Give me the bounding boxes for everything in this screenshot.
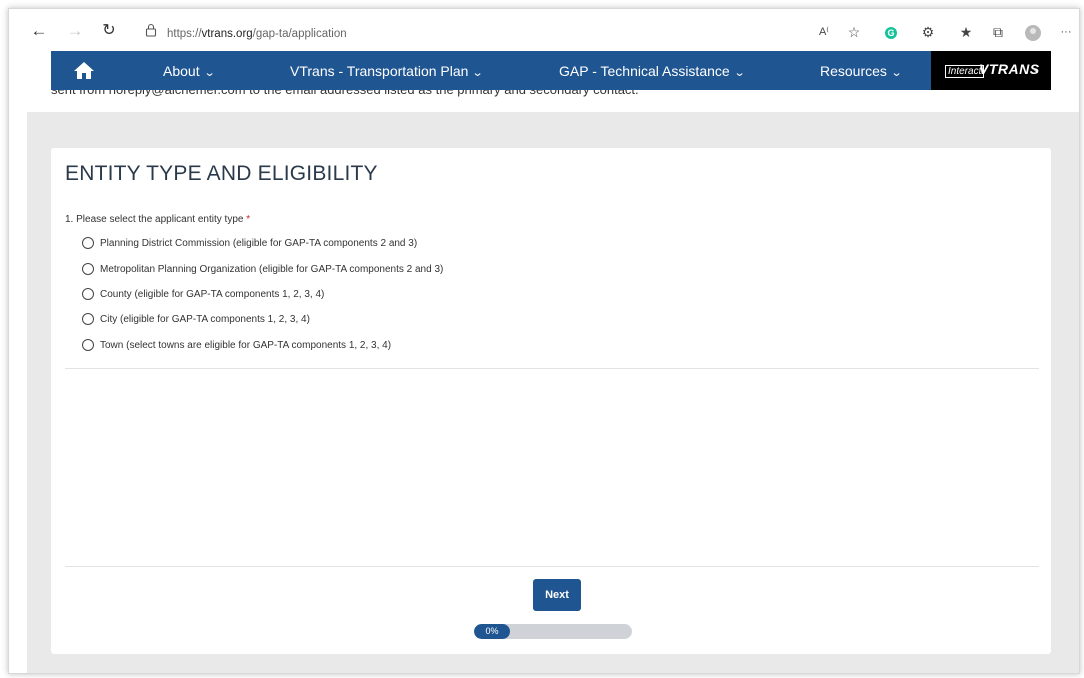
radio-button[interactable] bbox=[82, 339, 94, 351]
option-planning-district-commission[interactable]: Planning District Commission (eligible f… bbox=[82, 237, 417, 249]
page-title: ENTITY TYPE AND ELIGIBILITY bbox=[65, 162, 378, 185]
extensions-icon[interactable]: ⚙ bbox=[919, 24, 937, 40]
radio-button[interactable] bbox=[82, 288, 94, 300]
radio-button[interactable] bbox=[82, 237, 94, 249]
option-label: County (eligible for GAP-TA components 1… bbox=[100, 288, 325, 300]
required-marker: * bbox=[246, 214, 251, 225]
url-prefix: https:// bbox=[167, 28, 202, 40]
favorites-icon[interactable]: ★ bbox=[957, 24, 975, 40]
url-path: /gap-ta/application bbox=[252, 28, 347, 40]
nav-about-label: About bbox=[163, 63, 200, 79]
option-metropolitan-planning-organization[interactable]: Metropolitan Planning Organization (elig… bbox=[82, 263, 443, 275]
nav-about[interactable]: About ⌄ bbox=[163, 63, 216, 79]
option-county[interactable]: County (eligible for GAP-TA components 1… bbox=[82, 288, 324, 300]
interact-vtrans-menu[interactable]: Interact VTRANS ⌄ bbox=[931, 51, 1051, 90]
more-icon[interactable]: ··· bbox=[1057, 24, 1075, 40]
option-label: Planning District Commission (eligible f… bbox=[100, 237, 418, 249]
forward-arrow-icon[interactable]: → bbox=[65, 21, 85, 41]
nav-resources-label: Resources bbox=[820, 63, 887, 79]
chevron-down-icon: ⌄ bbox=[472, 67, 485, 79]
option-town[interactable]: Town (select towns are eligible for GAP-… bbox=[82, 339, 391, 351]
chevron-down-icon: ⌄ bbox=[1032, 64, 1041, 75]
favorite-star-icon[interactable]: ☆ bbox=[845, 24, 863, 40]
option-label: Metropolitan Planning Organization (elig… bbox=[100, 263, 444, 275]
divider bbox=[65, 368, 1039, 369]
home-icon[interactable] bbox=[73, 60, 95, 80]
nav-vtrans-plan[interactable]: VTrans - Transportation Plan ⌄ bbox=[290, 63, 485, 79]
progress-fill: 0% bbox=[474, 624, 510, 639]
form-card: ENTITY TYPE AND ELIGIBILITY 1. Please se… bbox=[51, 148, 1051, 654]
option-label: City (eligible for GAP-TA components 1, … bbox=[100, 313, 310, 325]
progress-bar: 0% bbox=[474, 624, 632, 639]
question-text: 1. Please select the applicant entity ty… bbox=[65, 214, 244, 225]
address-bar[interactable]: https://vtrans.org/gap-ta/application bbox=[167, 28, 347, 40]
divider bbox=[65, 566, 1039, 567]
browser-window: ← → ↻ https://vtrans.org/gap-ta/applicat… bbox=[8, 8, 1080, 674]
grammarly-icon[interactable]: G bbox=[885, 27, 897, 39]
background-text: sent from noreply@alchemer.com to the em… bbox=[51, 89, 639, 97]
nav-vtrans-plan-label: VTrans - Transportation Plan bbox=[290, 63, 469, 79]
question-label: 1. Please select the applicant entity ty… bbox=[65, 214, 250, 225]
nav-gap-ta-label: GAP - Technical Assistance bbox=[559, 63, 730, 79]
url-domain: vtrans.org bbox=[201, 28, 253, 40]
next-button[interactable]: Next bbox=[533, 579, 581, 611]
chevron-down-icon: ⌄ bbox=[203, 67, 216, 79]
nav-gap-ta[interactable]: GAP - Technical Assistance ⌄ bbox=[559, 63, 746, 79]
radio-button[interactable] bbox=[82, 263, 94, 275]
profile-icon[interactable] bbox=[1025, 25, 1041, 41]
page-background: ENTITY TYPE AND ELIGIBILITY 1. Please se… bbox=[27, 112, 1079, 673]
option-label: Town (select towns are eligible for GAP-… bbox=[100, 339, 392, 351]
brand-name: VTRANS bbox=[979, 61, 1040, 77]
read-aloud-icon[interactable]: A⁽ bbox=[815, 24, 833, 40]
browser-toolbar: ← → ↻ https://vtrans.org/gap-ta/applicat… bbox=[9, 9, 1079, 53]
nav-resources[interactable]: Resources ⌄ bbox=[820, 63, 903, 79]
option-city[interactable]: City (eligible for GAP-TA components 1, … bbox=[82, 313, 310, 325]
lock-icon bbox=[145, 23, 157, 37]
radio-button[interactable] bbox=[82, 313, 94, 325]
chevron-down-icon: ⌄ bbox=[890, 67, 903, 79]
refresh-icon[interactable]: ↻ bbox=[99, 21, 119, 41]
site-navigation: About ⌄ VTrans - Transportation Plan ⌄ GAP… bbox=[51, 51, 1051, 90]
back-arrow-icon[interactable]: ← bbox=[29, 21, 49, 41]
chevron-down-icon: ⌄ bbox=[733, 67, 746, 79]
collections-icon[interactable]: ⧉ bbox=[989, 24, 1007, 40]
